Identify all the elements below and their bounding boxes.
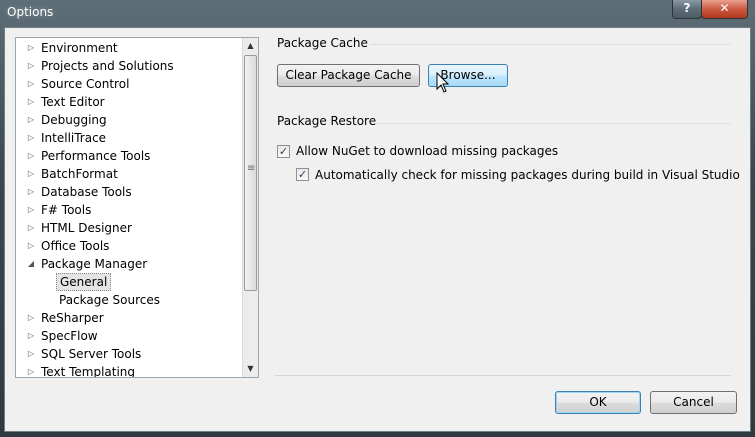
- tree-item[interactable]: ▷ IntelliTrace: [16, 129, 242, 147]
- tree-item[interactable]: ◢ Package Manager: [16, 255, 242, 273]
- scroll-up-arrow-icon[interactable]: ▲: [243, 38, 258, 54]
- tree-item[interactable]: ▷ Database Tools: [16, 183, 242, 201]
- tree-item-label: Package Manager: [41, 257, 148, 271]
- tree-item[interactable]: Package Sources: [16, 291, 242, 309]
- package-restore-divider: [377, 123, 730, 124]
- collapsed-arrow-icon[interactable]: ▷: [25, 309, 37, 327]
- tree-item-label: SpecFlow: [41, 329, 98, 343]
- tree-item[interactable]: ▷ Source Control: [16, 75, 242, 93]
- collapsed-arrow-icon[interactable]: ▷: [25, 183, 37, 201]
- tree-item[interactable]: ▷ SQL Server Tools: [16, 345, 242, 363]
- collapsed-arrow-icon[interactable]: ▷: [25, 237, 37, 255]
- tree-item-label: SQL Server Tools: [41, 347, 142, 361]
- tree-item[interactable]: ▷ Debugging: [16, 111, 242, 129]
- tree-item-label: Debugging: [41, 113, 107, 127]
- auto-check-checkbox[interactable]: ✓: [296, 168, 309, 181]
- collapsed-arrow-icon[interactable]: ▷: [25, 345, 37, 363]
- auto-check-label[interactable]: Automatically check for missing packages…: [315, 168, 740, 182]
- package-cache-divider: [370, 44, 730, 45]
- cancel-button[interactable]: Cancel: [650, 391, 737, 414]
- tree-item[interactable]: ▷ Text Editor: [16, 93, 242, 111]
- tree-item-label: HTML Designer: [41, 221, 132, 235]
- checkmark-icon: ✓: [278, 145, 289, 158]
- tree-item-label: Text Editor: [41, 95, 105, 109]
- tree-item[interactable]: ▷ HTML Designer: [16, 219, 242, 237]
- tree-item-label: Projects and Solutions: [41, 59, 174, 73]
- tree-vertical-scrollbar[interactable]: ▲ ≡ ▼: [242, 38, 258, 377]
- package-cache-header: Package Cache: [277, 36, 368, 50]
- checkmark-icon: ✓: [297, 168, 308, 181]
- collapsed-arrow-icon[interactable]: ▷: [25, 39, 37, 57]
- tree-item[interactable]: ▷ Office Tools: [16, 237, 242, 255]
- window-frame: Options ? ✕ ▲ ≡ ▼ ▷ Environment ▷ Projects …: [0, 0, 755, 437]
- footer-separator: [275, 375, 731, 376]
- collapsed-arrow-icon[interactable]: ▷: [25, 201, 37, 219]
- tree-item-label: ReSharper: [41, 311, 104, 325]
- tree-item[interactable]: ▷ BatchFormat: [16, 165, 242, 183]
- collapsed-arrow-icon[interactable]: ▷: [25, 363, 37, 377]
- tree-item-label: Environment: [41, 41, 118, 55]
- tree-item-label: IntelliTrace: [41, 131, 107, 145]
- ok-button[interactable]: OK: [555, 391, 641, 414]
- tree-item[interactable]: General: [16, 273, 242, 291]
- tree-item[interactable]: ▷ F# Tools: [16, 201, 242, 219]
- tree-item[interactable]: ▷ Text Templating: [16, 363, 242, 378]
- tree-item-label: Source Control: [41, 77, 130, 91]
- allow-download-checkbox[interactable]: ✓: [277, 145, 290, 158]
- tree-item-label: General: [56, 273, 112, 291]
- scroll-down-arrow-icon[interactable]: ▼: [243, 361, 258, 377]
- tree-item[interactable]: ▷ Performance Tools: [16, 147, 242, 165]
- tree-item-label: Performance Tools: [41, 149, 151, 163]
- clear-package-cache-button[interactable]: Clear Package Cache: [277, 64, 420, 87]
- collapsed-arrow-icon[interactable]: ▷: [25, 147, 37, 165]
- tree-item-label: Database Tools: [41, 185, 132, 199]
- tree-item[interactable]: ▷ SpecFlow: [16, 327, 242, 345]
- package-restore-header: Package Restore: [277, 114, 377, 128]
- options-tree[interactable]: ▲ ≡ ▼ ▷ Environment ▷ Projects and Solution…: [15, 37, 259, 378]
- mouse-pointer-icon: [436, 72, 450, 93]
- collapsed-arrow-icon[interactable]: ▷: [25, 111, 37, 129]
- tree-item-label: BatchFormat: [41, 167, 118, 181]
- tree-item-label: Package Sources: [59, 293, 161, 307]
- collapsed-arrow-icon[interactable]: ▷: [25, 75, 37, 93]
- tree-item-label: F# Tools: [41, 203, 92, 217]
- collapsed-arrow-icon[interactable]: ▷: [25, 219, 37, 237]
- collapsed-arrow-icon[interactable]: ▷: [25, 165, 37, 183]
- tree-item-label: Text Templating: [41, 365, 136, 378]
- grip-icon: ≡: [247, 163, 256, 174]
- scrollbar-thumb[interactable]: ≡: [244, 55, 257, 291]
- dialog-client-area: ▲ ≡ ▼ ▷ Environment ▷ Projects and Solution…: [4, 27, 751, 432]
- collapsed-arrow-icon[interactable]: ▷: [25, 327, 37, 345]
- allow-download-label[interactable]: Allow NuGet to download missing packages: [296, 144, 558, 158]
- tree-item[interactable]: ▷ ReSharper: [16, 309, 242, 327]
- window-title: Options: [7, 5, 54, 19]
- title-bar[interactable]: Options ? ✕: [0, 0, 755, 26]
- expanded-arrow-icon[interactable]: ◢: [25, 255, 37, 273]
- help-button[interactable]: ?: [672, 0, 702, 19]
- close-button[interactable]: ✕: [701, 0, 748, 19]
- tree-item[interactable]: ▷ Environment: [16, 39, 242, 57]
- collapsed-arrow-icon[interactable]: ▷: [25, 57, 37, 75]
- tree-item[interactable]: ▷ Projects and Solutions: [16, 57, 242, 75]
- tree-item-label: Office Tools: [41, 239, 110, 253]
- collapsed-arrow-icon[interactable]: ▷: [25, 129, 37, 147]
- collapsed-arrow-icon[interactable]: ▷: [25, 93, 37, 111]
